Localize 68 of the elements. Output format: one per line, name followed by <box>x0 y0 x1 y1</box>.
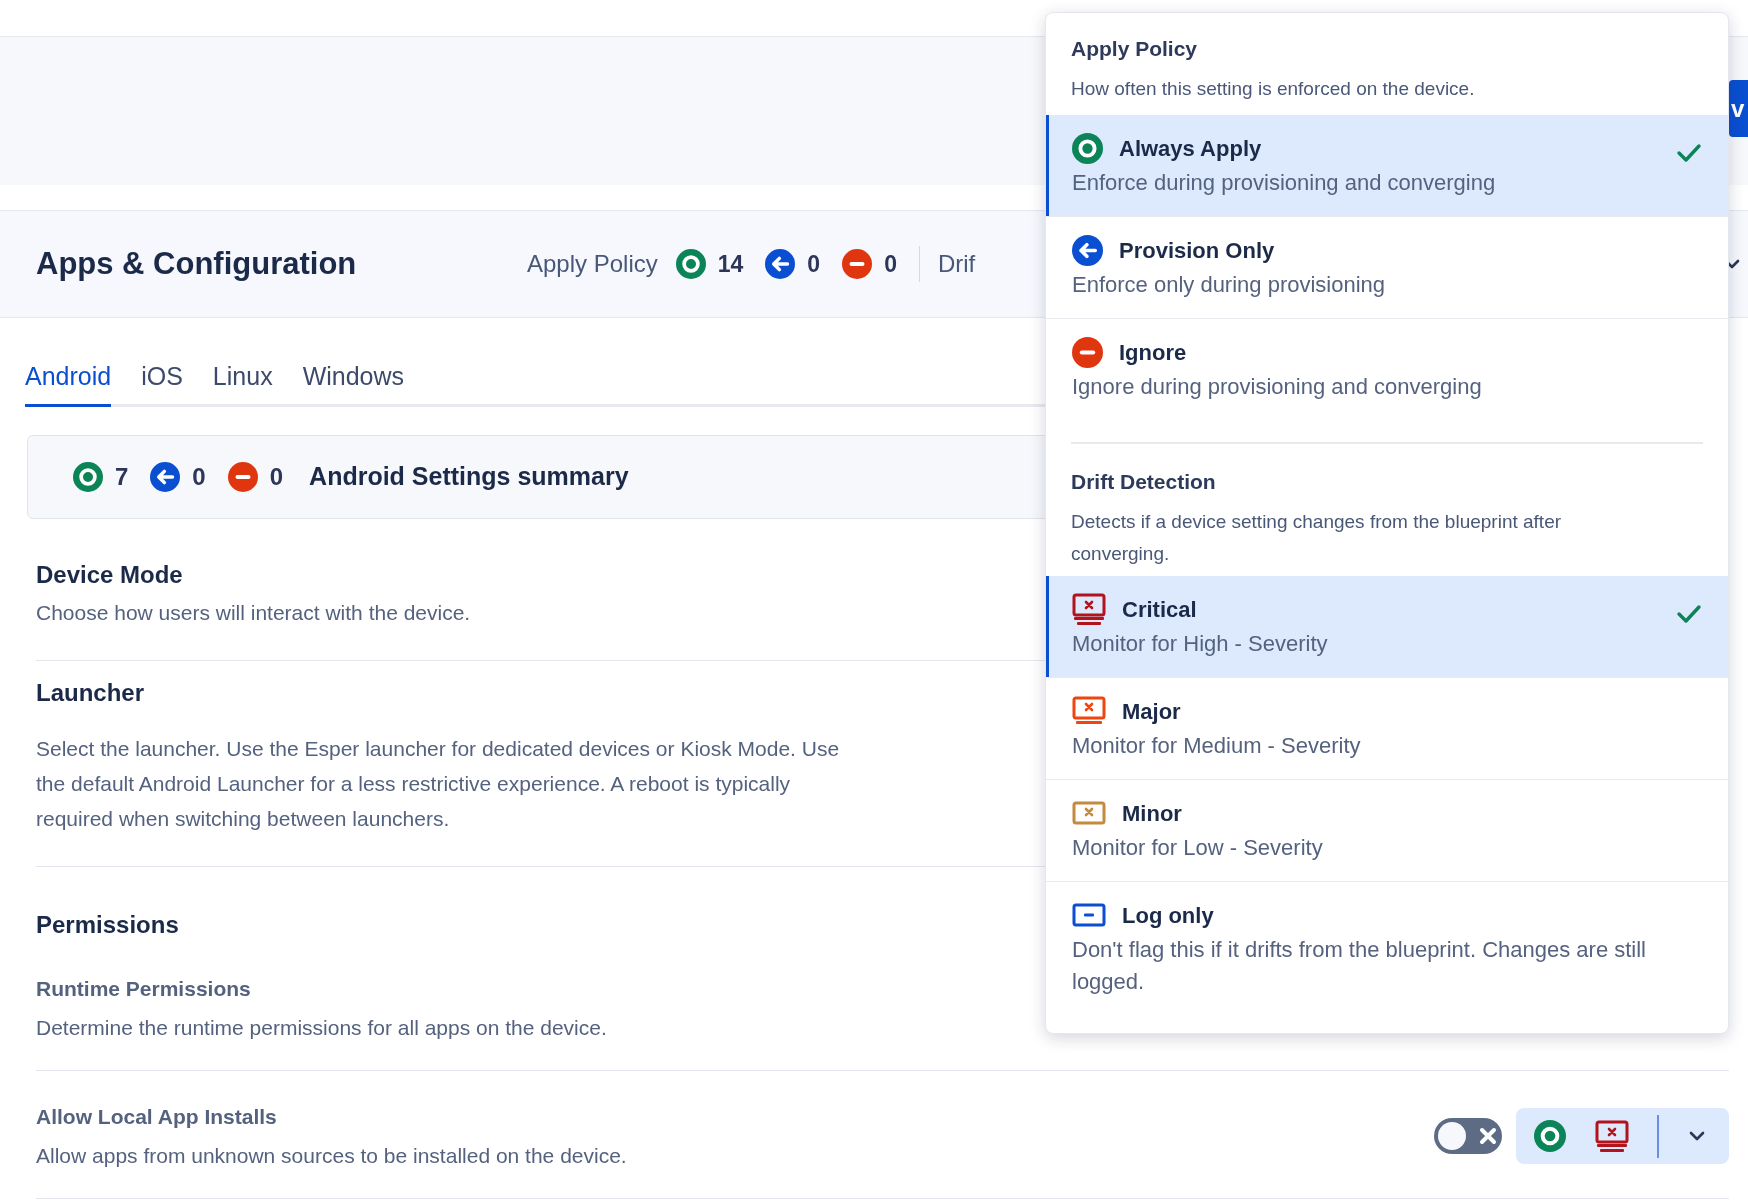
menu-section-description: How often this setting is enforced on the device. <box>1071 76 1475 101</box>
setting-title: Allow Local App Installs <box>36 1103 277 1130</box>
policy-option[interactable]: Provision Only Enforce only during provisioning <box>1046 217 1728 318</box>
tab[interactable]: Linux <box>212 358 273 407</box>
count: 7 <box>115 461 129 492</box>
arrow-left-icon <box>150 461 181 492</box>
option-label: Minor <box>1122 799 1182 828</box>
minus-circle-icon <box>227 461 258 492</box>
target-icon <box>73 461 103 492</box>
setting-description: Determine the runtime permissions for all apps on the device. <box>36 1015 607 1041</box>
section-description: Select the launcher. Use the Esper launcher for dedicated devices or Kiosk Mode. Use the default Android Launcher for a less restrictive experience. A reboot is typically required when switching between launchers. <box>36 735 841 832</box>
chevron-down-icon[interactable] <box>1689 1131 1705 1141</box>
count: 0 <box>807 249 821 279</box>
section-title: Device Mode <box>36 559 183 590</box>
menu-section-description: Detects if a device setting changes from the blueprint after converging. <box>1071 509 1563 566</box>
apply-policy-label: Apply Policy <box>527 249 658 279</box>
summary-title: Android Settings summary <box>309 460 629 492</box>
arrow-left-icon <box>1072 235 1103 266</box>
option-label: Ignore <box>1119 339 1187 367</box>
monitor-alert-icon <box>1072 593 1106 625</box>
option-description: Monitor for High - Severity <box>1072 629 1329 658</box>
policy-selector[interactable] <box>1516 1108 1729 1164</box>
option-description: Enforce during provisioning and converging <box>1072 169 1497 197</box>
monitor-alert-icon <box>1595 1120 1629 1152</box>
target-icon <box>1072 133 1103 164</box>
count: 0 <box>269 461 284 492</box>
target-icon <box>675 249 706 279</box>
primary-button[interactable]: v <box>1729 80 1748 137</box>
policy-option[interactable]: Ignore Ignore during provisioning and converging <box>1046 319 1728 420</box>
tab[interactable]: iOS <box>141 358 183 407</box>
policy-option[interactable]: Critical Monitor for High - Severity <box>1046 575 1728 677</box>
check-icon <box>1676 142 1702 164</box>
option-description: Enforce only during provisioning <box>1072 271 1387 299</box>
tab[interactable]: Android <box>25 358 112 407</box>
monitor-alert-icon <box>1072 695 1106 727</box>
option-label: Always Apply <box>1119 135 1262 163</box>
count: 0 <box>884 249 897 279</box>
check-icon <box>1676 602 1702 625</box>
minus-circle-icon <box>842 249 873 279</box>
page-title: Apps & Configuration <box>36 244 358 283</box>
section-title: Permissions <box>36 910 179 938</box>
option-description: Monitor for Medium - Severity <box>1072 731 1362 760</box>
option-description: Don't flag this if it drifts from the blueprint. Changes are still logged. <box>1072 935 1647 996</box>
option-label: Critical <box>1122 595 1197 624</box>
count: 14 <box>717 249 744 279</box>
x-icon <box>1478 1126 1498 1146</box>
count: 0 <box>192 461 206 492</box>
option-description: Ignore during provisioning and converging <box>1072 373 1483 401</box>
target-icon <box>1534 1120 1566 1152</box>
option-label: Major <box>1122 697 1181 726</box>
policy-option[interactable]: Minor Monitor for Low - Severity <box>1046 779 1728 881</box>
tab[interactable]: Windows <box>302 358 405 407</box>
setting-title: Runtime Permissions <box>36 975 251 1002</box>
policy-option[interactable]: Major Monitor for Medium - Severity <box>1046 677 1728 779</box>
section-title: Launcher <box>36 677 145 708</box>
menu-section-title: Drift Detection <box>1071 469 1216 495</box>
minus-circle-icon <box>1072 337 1103 368</box>
policy-option[interactable]: Log only Don't flag this if it drifts from the blueprint. Changes are still logged. <box>1046 881 1728 1015</box>
setting-description: Allow apps from unknown sources to be installed on the device. <box>36 1143 627 1169</box>
toggle-switch[interactable] <box>1434 1118 1502 1154</box>
policy-option[interactable]: Always Apply Enforce during provisioning and converging <box>1046 115 1728 216</box>
drift-label: Drif <box>937 249 976 279</box>
option-label: Log only <box>1122 901 1214 930</box>
section-description: Choose how users will interact with the device. <box>36 599 471 626</box>
menu-section-title: Apply Policy <box>1071 36 1198 62</box>
option-description: Monitor for Low - Severity <box>1072 833 1324 862</box>
option-label: Provision Only <box>1119 237 1275 265</box>
arrow-left-icon <box>765 249 796 279</box>
